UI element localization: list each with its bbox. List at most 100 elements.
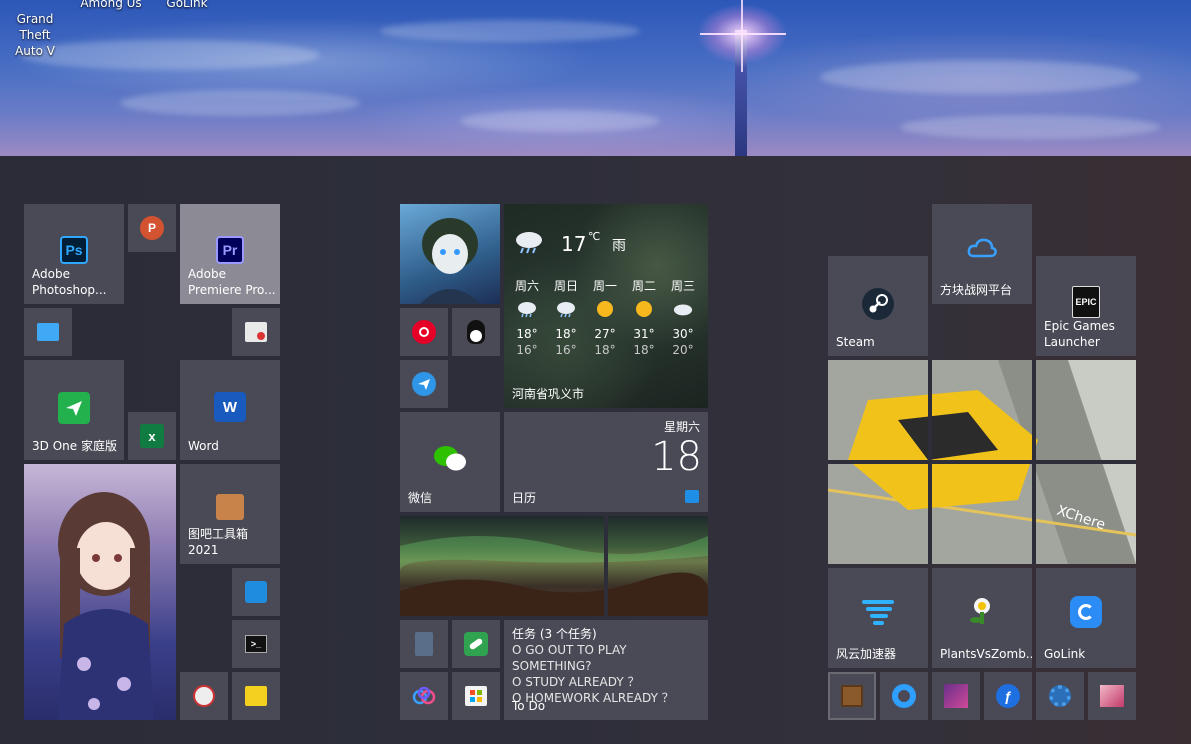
tile-settings-tool[interactable] bbox=[1036, 672, 1084, 720]
temp-unit: ℃ bbox=[588, 230, 601, 243]
tile-game-art-1[interactable] bbox=[932, 672, 980, 720]
tile-golink[interactable]: GoLink bbox=[1036, 568, 1136, 668]
forecast-low: 20° bbox=[672, 343, 694, 357]
tile-virtualbox[interactable] bbox=[232, 568, 280, 616]
avatar-illustration bbox=[420, 218, 480, 304]
anime-girl-illustration bbox=[58, 492, 154, 720]
tile-label: 风云加速器 bbox=[836, 647, 897, 661]
tile-calendar[interactable]: 星期六 18 日历 bbox=[504, 412, 708, 512]
tile-baidu-netdisk[interactable] bbox=[400, 672, 448, 720]
tile-xchere-photo[interactable]: XChere bbox=[828, 360, 1136, 564]
tile-netease-music[interactable] bbox=[400, 308, 448, 356]
tile-weather[interactable]: 17 ℃ 雨 周六 周日 周一 周二 周三 18° 16° 18° 16° 27… bbox=[504, 204, 708, 408]
forecast-day: 周三 bbox=[670, 279, 695, 293]
rain-cloud-icon bbox=[517, 300, 537, 318]
tile-cpuz[interactable] bbox=[232, 672, 280, 720]
tile-word[interactable]: W Word bbox=[180, 360, 280, 460]
tile-label: GoLink bbox=[1044, 647, 1086, 661]
tile-photoshop[interactable]: Ps Adobe Photoshop... bbox=[24, 204, 124, 304]
forecast-low: 18° bbox=[594, 343, 616, 357]
forecast-temps: 31° 18° bbox=[625, 326, 663, 358]
tile-epic-games[interactable]: EPIC Epic Games Launcher bbox=[1036, 256, 1136, 356]
star-glint bbox=[741, 0, 743, 72]
tile-compass[interactable] bbox=[180, 672, 228, 720]
tile-label: 图吧工具箱 2021 bbox=[188, 527, 249, 557]
sun-icon bbox=[634, 300, 654, 318]
desktop-icon-label: Grand Theft Auto V bbox=[15, 12, 55, 58]
golink-icon bbox=[1070, 596, 1102, 628]
tile-green-app[interactable] bbox=[452, 620, 500, 668]
tile-steam[interactable]: Steam bbox=[828, 256, 928, 356]
cloud-outline-icon bbox=[966, 236, 998, 260]
terminal-icon: >_ bbox=[245, 635, 267, 653]
box-icon bbox=[245, 581, 267, 603]
powerpoint-icon: P bbox=[140, 216, 164, 240]
todo-list: 任务 (3 个任务) O GO OUT TO PLAY SOMETHING? O… bbox=[512, 626, 708, 706]
forecast-high: 27° bbox=[594, 327, 616, 341]
word-icon: W bbox=[214, 392, 246, 422]
pill-shape bbox=[468, 637, 484, 651]
sun-icon bbox=[595, 300, 615, 318]
music-ring bbox=[419, 327, 429, 337]
todo-item: O GO OUT TO PLAY SOMETHING? bbox=[512, 643, 627, 673]
tile-qq[interactable] bbox=[452, 308, 500, 356]
tile-wechat[interactable]: 微信 bbox=[400, 412, 500, 512]
cloud-drive-icon bbox=[412, 687, 436, 705]
desktop-icon-golink[interactable]: GoLink bbox=[152, 0, 222, 11]
record-dot bbox=[257, 332, 265, 340]
game-thumbnail-icon bbox=[944, 684, 968, 708]
weather-condition: 雨 bbox=[612, 238, 626, 254]
tile-excel[interactable]: x bbox=[128, 412, 176, 460]
penguin-belly bbox=[470, 330, 482, 342]
cloud-streak bbox=[900, 115, 1160, 139]
desktop-icon-gta5[interactable]: Grand Theft Auto V bbox=[0, 0, 70, 59]
tile-label: Steam bbox=[836, 335, 875, 349]
tile-screen-recorder[interactable] bbox=[232, 308, 280, 356]
tile-photo-anime-girl[interactable] bbox=[24, 464, 176, 720]
github-icon bbox=[892, 684, 916, 708]
forecast-day: 周六 bbox=[514, 279, 539, 293]
tile-game-art-2[interactable] bbox=[1088, 672, 1136, 720]
desktop-icon-among-us[interactable]: Among Us bbox=[76, 0, 146, 11]
rain-cloud-icon bbox=[556, 300, 576, 318]
tile-remote-desktop[interactable] bbox=[24, 308, 72, 356]
steam-icon bbox=[862, 288, 894, 320]
remote-desktop-icon bbox=[37, 323, 59, 341]
tile-command-prompt[interactable]: >_ bbox=[232, 620, 280, 668]
tile-microsoft-store[interactable] bbox=[452, 672, 500, 720]
tile-github[interactable] bbox=[880, 672, 928, 720]
tile-flash[interactable]: ƒ bbox=[984, 672, 1032, 720]
tile-fengyun[interactable]: 风云加速器 bbox=[828, 568, 928, 668]
forecast-high: 18° bbox=[516, 327, 538, 341]
forecast-day: 周一 bbox=[592, 279, 617, 293]
forecast-temps: 30° 20° bbox=[664, 326, 702, 358]
tile-photos-aurora[interactable] bbox=[400, 516, 708, 616]
toolbox-icon bbox=[216, 494, 244, 520]
todo-title: 任务 (3 个任务) bbox=[512, 627, 597, 641]
tile-tuba-toolbox[interactable]: 图吧工具箱 2021 bbox=[180, 464, 280, 564]
tile-todo[interactable]: 任务 (3 个任务) O GO OUT TO PLAY SOMETHING? O… bbox=[504, 620, 708, 720]
tile-photo-avatar[interactable] bbox=[400, 204, 500, 304]
gear-icon bbox=[1049, 685, 1071, 707]
tile-minecraft[interactable] bbox=[828, 672, 876, 720]
tile-3d-one[interactable]: 3D One 家庭版 bbox=[24, 360, 124, 460]
tile-powerpoint[interactable]: P bbox=[128, 204, 176, 252]
game-thumbnail-icon bbox=[1100, 685, 1124, 707]
tile-plants-vs-zombies[interactable]: PlantsVsZomb... bbox=[932, 568, 1032, 668]
tile-label: To Do bbox=[512, 699, 546, 713]
calendar-day: 18 bbox=[651, 434, 702, 480]
epic-games-icon: EPIC bbox=[1072, 286, 1100, 318]
tile-premiere[interactable]: Pr Adobe Premiere Pro... bbox=[180, 204, 280, 304]
start-menu: Ps Adobe Photoshop... P Pr Adobe Premier… bbox=[0, 156, 1191, 744]
aurora-landscape-illustration bbox=[400, 516, 708, 616]
tile-fangkuai[interactable]: 方块战网平台 bbox=[932, 204, 1032, 304]
tornado-icon bbox=[860, 596, 896, 628]
forecast-high: 31° bbox=[633, 327, 655, 341]
qq-penguin-icon bbox=[467, 320, 485, 344]
tile-label: Adobe Photoshop... bbox=[32, 267, 107, 297]
tile-feishu[interactable] bbox=[400, 360, 448, 408]
cloud-streak bbox=[820, 60, 1140, 94]
tile-label: Word bbox=[188, 439, 219, 453]
tile-calculator[interactable] bbox=[400, 620, 448, 668]
calculator-icon bbox=[415, 632, 433, 656]
